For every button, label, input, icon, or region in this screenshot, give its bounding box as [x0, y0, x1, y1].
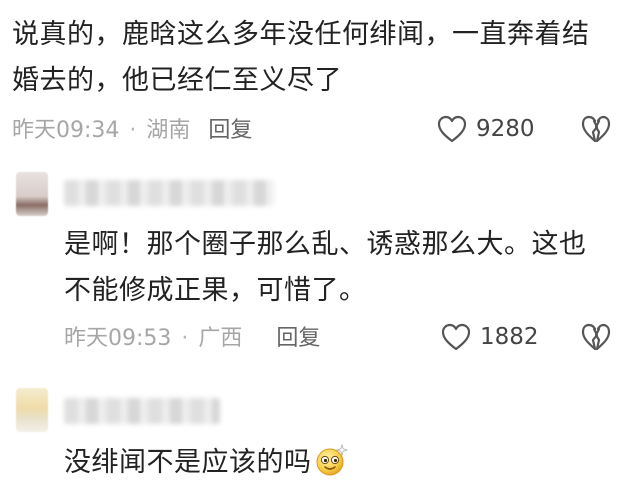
broken-heart-icon — [580, 114, 612, 144]
like-button[interactable]: 1882 — [440, 322, 539, 352]
reply-text: 没绯闻不是应该的吗 — [64, 440, 624, 486]
heart-outline-icon — [436, 114, 468, 144]
comment-timestamp: 昨天09:34 — [12, 118, 120, 143]
meta-separator: · — [181, 326, 189, 351]
comment-text-line-1: 说真的，鹿晗这么多年没任何绯闻，一直奔着结 — [12, 19, 590, 50]
comment-text-line-2: 婚去的，他已经仁至义尽了 — [12, 65, 342, 96]
like-count: 1882 — [480, 324, 539, 350]
smiley-face-sparkle-icon — [314, 443, 348, 477]
reply-timestamp: 昨天09:53 — [64, 326, 172, 351]
comment-meta: 昨天09:34 · 湖南 回复 — [12, 116, 252, 146]
like-button[interactable]: 9280 — [436, 114, 535, 144]
comment-text: 说真的，鹿晗这么多年没任何绯闻，一直奔着结 婚去的，他已经仁至义尽了 — [12, 12, 632, 104]
reply-text-line-1: 是啊！那个圈子那么乱、诱惑那么大。这也 — [64, 229, 587, 260]
username-blurred — [64, 398, 220, 424]
dislike-button[interactable] — [580, 114, 612, 144]
heart-outline-icon — [440, 322, 472, 352]
reply-button[interactable]: 回复 — [276, 326, 320, 351]
dislike-button[interactable] — [580, 322, 612, 352]
avatar[interactable] — [16, 388, 48, 432]
reply-button[interactable]: 回复 — [208, 118, 252, 143]
meta-separator: · — [129, 118, 137, 143]
reply-text-content: 没绯闻不是应该的吗 — [64, 447, 312, 478]
like-count: 9280 — [476, 116, 535, 142]
reply-text-line-2: 不能修成正果，可惜了。 — [64, 275, 367, 306]
username-blurred — [64, 180, 274, 206]
reply-text: 是啊！那个圈子那么乱、诱惑那么大。这也 不能修成正果，可惜了。 — [64, 222, 624, 314]
avatar[interactable] — [16, 172, 48, 216]
broken-heart-icon — [580, 322, 612, 352]
comment-location: 湖南 — [146, 118, 191, 143]
reply-location: 广西 — [198, 326, 243, 351]
reply-meta: 昨天09:53 · 广西 回复 — [64, 324, 320, 354]
